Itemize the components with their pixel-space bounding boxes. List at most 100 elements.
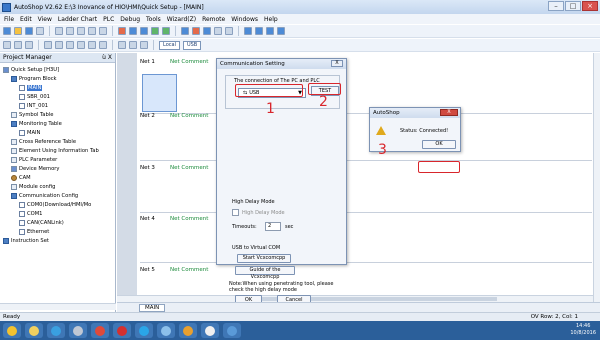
grid-icon[interactable] bbox=[255, 27, 263, 35]
undo-icon[interactable] bbox=[88, 27, 96, 35]
taskbar-ie-icon[interactable] bbox=[47, 323, 65, 338]
comment-icon[interactable] bbox=[140, 41, 148, 49]
paste-icon[interactable] bbox=[77, 27, 85, 35]
cut-icon[interactable] bbox=[55, 27, 63, 35]
tree-item[interactable]: INT_001 bbox=[0, 101, 115, 110]
menu-tools[interactable]: Tools bbox=[146, 16, 161, 23]
open-icon[interactable] bbox=[14, 27, 22, 35]
tree-item[interactable]: Instruction Set bbox=[0, 236, 115, 245]
menu-bar: File Edit View Ladder Chart PLC Debug To… bbox=[0, 14, 600, 24]
dialog-close-button[interactable]: X bbox=[331, 60, 343, 67]
local-button[interactable]: Local bbox=[159, 40, 180, 50]
zoom-icon[interactable] bbox=[225, 27, 233, 35]
coil-icon[interactable] bbox=[25, 41, 33, 49]
tree-item[interactable]: Cross Reference Table bbox=[0, 137, 115, 146]
tree-item[interactable]: Monitoring Table bbox=[0, 119, 115, 128]
menu-file[interactable]: File bbox=[4, 16, 14, 23]
tree-item[interactable]: CAM bbox=[0, 173, 115, 182]
maximize-button[interactable]: □ bbox=[565, 1, 581, 11]
save-icon[interactable] bbox=[25, 27, 33, 35]
instruction-icon[interactable] bbox=[99, 41, 107, 49]
minimize-button[interactable]: – bbox=[548, 1, 564, 11]
device-icon bbox=[11, 165, 17, 172]
tree-item[interactable]: Program Block bbox=[0, 74, 115, 83]
tree-item[interactable]: Symbol Table bbox=[0, 110, 115, 119]
rising-icon[interactable] bbox=[77, 41, 85, 49]
horizontal-scrollbar[interactable] bbox=[117, 295, 593, 302]
tree-item[interactable]: PLC Parameter bbox=[0, 155, 115, 164]
contact-no-icon[interactable] bbox=[3, 41, 11, 49]
tree-item[interactable]: Device Memory bbox=[0, 164, 115, 173]
taskbar-pdf-icon[interactable] bbox=[113, 323, 131, 338]
menu-wizard[interactable]: Wizard(Z) bbox=[167, 16, 196, 23]
timeouts-input[interactable]: 2 bbox=[265, 222, 281, 231]
taskbar-explorer-icon[interactable] bbox=[25, 323, 43, 338]
stop-icon[interactable] bbox=[192, 27, 200, 35]
contact-nc-icon[interactable] bbox=[14, 41, 22, 49]
tab-main[interactable]: MAIN bbox=[139, 304, 166, 312]
start-button[interactable] bbox=[3, 323, 21, 338]
start-vcom-button[interactable]: Start Vcxcomcpp bbox=[237, 254, 291, 263]
tree-item[interactable]: Quick Setup [H3U] bbox=[0, 65, 115, 74]
tree-item[interactable]: Module config bbox=[0, 182, 115, 191]
taskbar-skype-icon[interactable] bbox=[135, 323, 153, 338]
menu-plc[interactable]: PLC bbox=[103, 16, 114, 23]
tree-item[interactable]: SBR_001 bbox=[0, 92, 115, 101]
compile-icon[interactable] bbox=[129, 27, 137, 35]
menu-edit[interactable]: Edit bbox=[20, 16, 32, 23]
message-close-button[interactable]: X bbox=[440, 109, 458, 116]
menu-ladder-chart[interactable]: Ladder Chart bbox=[58, 16, 97, 23]
menu-view[interactable]: View bbox=[38, 16, 52, 23]
menu-help[interactable]: Help bbox=[264, 16, 278, 23]
panel-close-button[interactable]: ù X bbox=[102, 54, 112, 61]
table-view-icon[interactable] bbox=[266, 27, 274, 35]
insert-row-icon[interactable] bbox=[118, 41, 126, 49]
taskbar-app2-icon[interactable] bbox=[157, 323, 175, 338]
tree-item[interactable]: MAIN bbox=[0, 128, 115, 137]
taskbar-app3-icon[interactable] bbox=[179, 323, 197, 338]
panel-scrollbar[interactable] bbox=[0, 303, 116, 310]
vertical-scrollbar[interactable] bbox=[593, 53, 600, 302]
taskbar-autoshop-icon[interactable] bbox=[223, 323, 241, 338]
system-clock[interactable]: 14:46 10/8/2016 bbox=[570, 323, 596, 337]
tree-item[interactable]: COM0(Download/HMI/Mo bbox=[0, 200, 115, 209]
run-icon[interactable] bbox=[181, 27, 189, 35]
menu-remote[interactable]: Remote bbox=[202, 16, 225, 23]
tree-item[interactable]: Ethernet bbox=[0, 227, 115, 236]
layout-icon[interactable] bbox=[277, 27, 285, 35]
tree-item-main[interactable]: MAIN bbox=[0, 83, 115, 92]
delete-row-icon[interactable] bbox=[129, 41, 137, 49]
taskbar-app-icon[interactable] bbox=[69, 323, 87, 338]
usb-vcom-label: USB to Virtual COM bbox=[232, 245, 281, 251]
taskbar-chrome-icon[interactable] bbox=[91, 323, 109, 338]
taskbar-app4-icon[interactable] bbox=[201, 323, 219, 338]
scroll-thumb[interactable] bbox=[237, 297, 497, 301]
copy-icon[interactable] bbox=[66, 27, 74, 35]
download-icon[interactable] bbox=[151, 27, 159, 35]
new-icon[interactable] bbox=[3, 27, 11, 35]
print-icon[interactable] bbox=[36, 27, 44, 35]
vline-icon[interactable] bbox=[55, 41, 63, 49]
high-delay-checkbox[interactable] bbox=[232, 209, 239, 216]
tree-item[interactable]: Element Using Information Tab bbox=[0, 146, 115, 155]
usb-button[interactable]: USB bbox=[182, 40, 202, 50]
monitor-icon[interactable] bbox=[140, 27, 148, 35]
settings-icon[interactable] bbox=[214, 27, 222, 35]
redo-icon[interactable] bbox=[99, 27, 107, 35]
delete-line-icon[interactable] bbox=[66, 41, 74, 49]
falling-icon[interactable] bbox=[88, 41, 96, 49]
hline-icon[interactable] bbox=[44, 41, 52, 49]
find-icon[interactable] bbox=[118, 27, 126, 35]
menu-debug[interactable]: Debug bbox=[120, 16, 140, 23]
message-ok-button[interactable]: OK bbox=[422, 140, 456, 149]
upload-icon[interactable] bbox=[162, 27, 170, 35]
tree-item[interactable]: Communication Config bbox=[0, 191, 115, 200]
guide-vcom-button[interactable]: Guide of the Vcxcomcpp bbox=[235, 266, 295, 280]
selected-cell[interactable] bbox=[142, 74, 177, 112]
close-button[interactable]: × bbox=[582, 1, 598, 11]
menu-windows[interactable]: Windows bbox=[231, 16, 258, 23]
window-icon[interactable] bbox=[244, 27, 252, 35]
tree-item[interactable]: COM1 bbox=[0, 209, 115, 218]
tree-item[interactable]: CAN(CANLink) bbox=[0, 218, 115, 227]
online-icon[interactable] bbox=[203, 27, 211, 35]
